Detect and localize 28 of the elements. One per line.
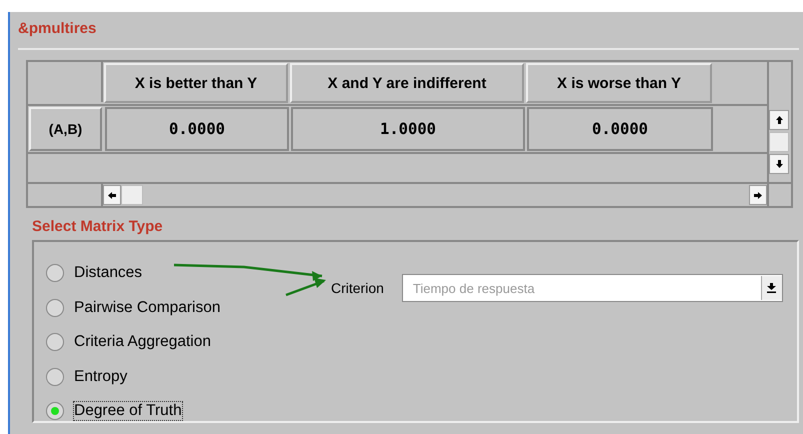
radio-button[interactable] [46, 402, 64, 420]
column-header: X is better than Y [104, 63, 288, 103]
column-header: X is worse than Y [526, 63, 712, 103]
down-arrow-icon[interactable] [776, 160, 782, 168]
radio-label[interactable]: Degree of Truth [73, 401, 183, 422]
right-arrow-icon[interactable] [754, 192, 762, 198]
radio-button[interactable] [46, 368, 64, 386]
table-cell: 0.0000 [105, 107, 289, 151]
radio-label[interactable]: Entropy [73, 366, 128, 387]
radio-label[interactable]: Criteria Aggregation [73, 332, 212, 352]
table-cell: 0.0000 [527, 107, 713, 151]
radio-label[interactable]: Distances [73, 263, 144, 284]
table-cell: 1.0000 [291, 107, 525, 151]
horizontal-scrollbar[interactable] [103, 184, 767, 206]
column-header: X and Y are indifferent [290, 63, 524, 103]
radio-button[interactable] [46, 298, 64, 317]
radio-button[interactable] [46, 264, 64, 282]
scroll-thumb[interactable] [121, 185, 143, 205]
scroll-thumb[interactable] [769, 132, 789, 152]
radio-button[interactable] [46, 333, 64, 352]
vertical-scrollbar[interactable] [767, 62, 791, 182]
panel-title: &pmultires [18, 20, 98, 39]
radio-label[interactable]: Pairwise Comparison [73, 298, 222, 318]
criterion-label: Criterion [331, 280, 384, 296]
section-title: Select Matrix Type [32, 218, 164, 237]
left-arrow-icon[interactable] [108, 192, 116, 198]
row-header: (A,B) [29, 107, 102, 151]
up-arrow-icon[interactable] [776, 116, 782, 124]
